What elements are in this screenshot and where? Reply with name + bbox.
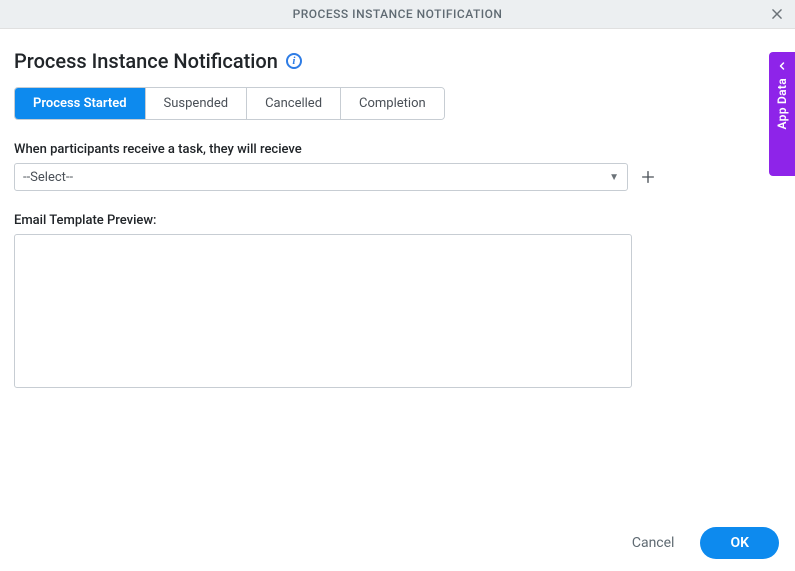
tab-label: Process Started	[33, 96, 127, 111]
footer: Cancel OK	[0, 515, 795, 571]
modal-title: PROCESS INSTANCE NOTIFICATION	[293, 7, 503, 21]
receive-label: When participants receive a task, they w…	[14, 142, 781, 157]
modal-header: PROCESS INSTANCE NOTIFICATION	[0, 0, 795, 29]
close-button[interactable]	[767, 4, 787, 24]
chevron-left-icon	[776, 60, 788, 72]
content-area: Process Instance Notification i Process …	[0, 29, 795, 388]
cancel-button[interactable]: Cancel	[622, 527, 685, 559]
select-value: --Select--	[23, 170, 73, 185]
template-select[interactable]: --Select-- ▼	[14, 163, 628, 191]
add-button[interactable]	[638, 167, 658, 187]
preview-label: Email Template Preview:	[14, 213, 781, 228]
select-row: --Select-- ▼	[14, 163, 781, 191]
info-icon[interactable]: i	[286, 53, 302, 69]
tab-label: Suspended	[164, 96, 229, 111]
app-data-panel-toggle[interactable]: App Data	[769, 52, 795, 176]
side-panel-label: App Data	[775, 78, 789, 129]
close-icon	[770, 7, 784, 21]
tab-completion[interactable]: Completion	[341, 88, 444, 119]
tab-bar: Process Started Suspended Cancelled Comp…	[14, 87, 445, 120]
page-title: Process Instance Notification	[14, 49, 278, 73]
tab-cancelled[interactable]: Cancelled	[247, 88, 341, 119]
email-preview-box	[14, 234, 632, 388]
chevron-down-icon: ▼	[609, 172, 619, 183]
tab-suspended[interactable]: Suspended	[146, 88, 248, 119]
tab-label: Cancelled	[265, 96, 322, 111]
ok-button[interactable]: OK	[700, 527, 779, 559]
tab-label: Completion	[359, 96, 426, 111]
tab-process-started[interactable]: Process Started	[15, 88, 146, 119]
page-title-row: Process Instance Notification i	[14, 49, 781, 73]
plus-icon	[640, 169, 656, 185]
